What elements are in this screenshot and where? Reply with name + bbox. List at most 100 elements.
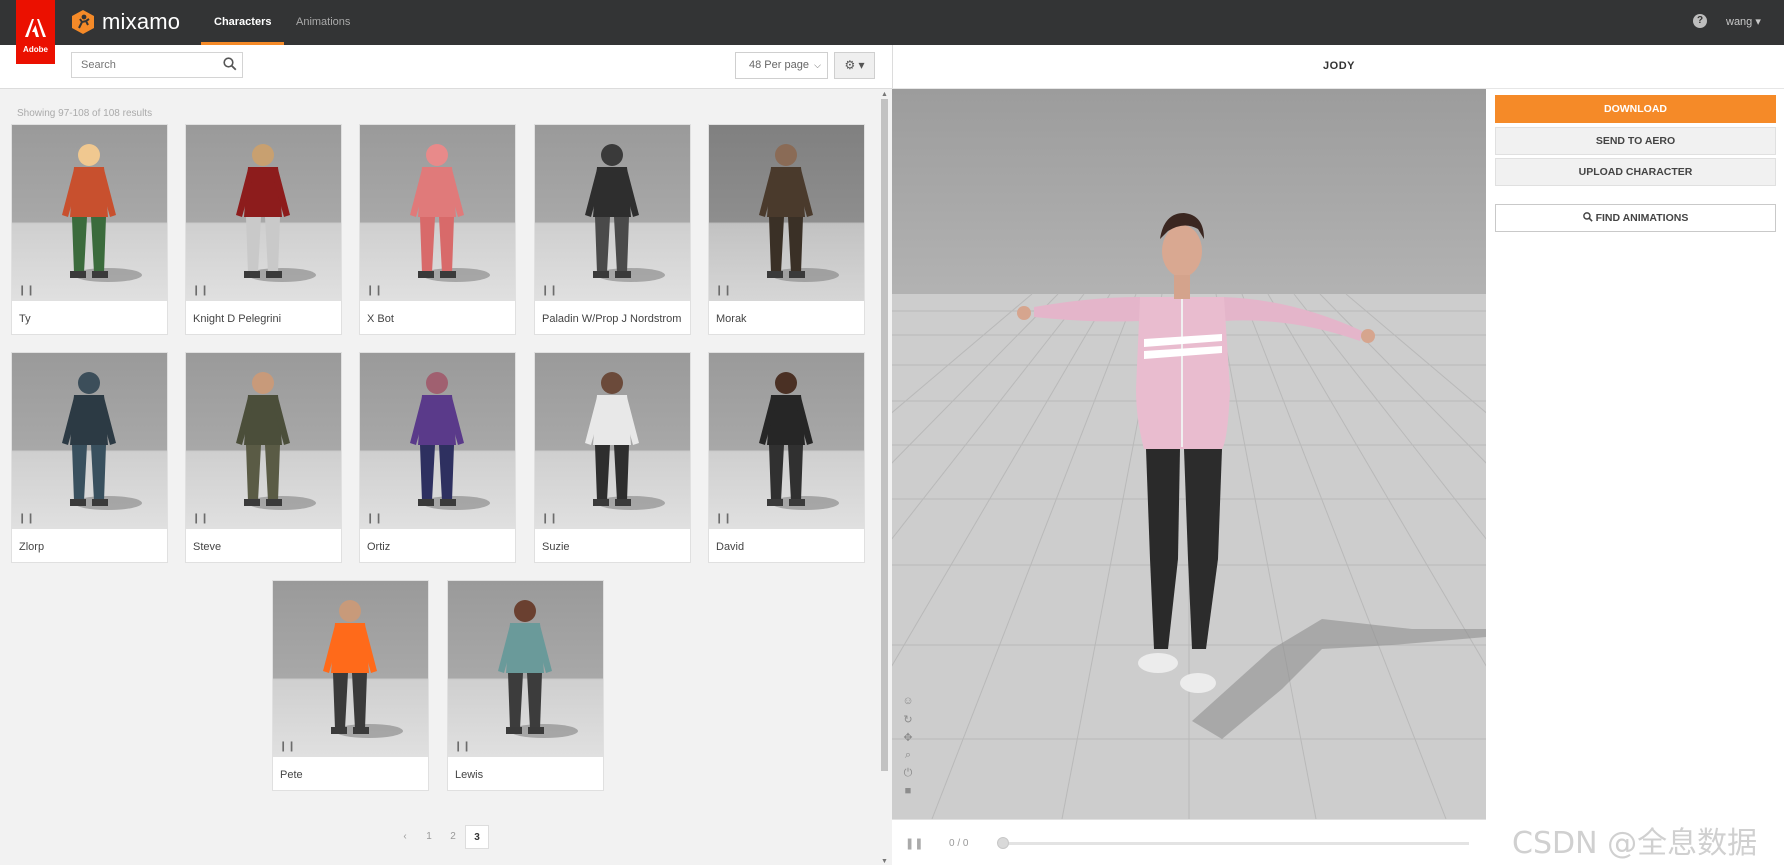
animation-timeline: ❚❚ 0 / 0 xyxy=(892,819,1486,865)
character-name: Pete xyxy=(280,769,303,781)
page-3-button[interactable]: 3 xyxy=(465,825,489,849)
character-name: Paladin W/Prop J Nordstrom xyxy=(542,313,682,325)
search-icon[interactable] xyxy=(223,57,237,71)
character-name: Lewis xyxy=(455,769,484,781)
character-figure xyxy=(323,600,403,738)
tab-characters[interactable]: Characters xyxy=(201,0,285,45)
watermark: CSDN @全息数据 xyxy=(1512,826,1758,861)
rig-icon: ❙❙ xyxy=(279,741,296,752)
download-button[interactable]: DOWNLOAD xyxy=(1495,95,1776,123)
character-figure xyxy=(759,372,839,510)
adobe-logo[interactable]: Adobe xyxy=(16,0,55,64)
character-name: Knight D Pelegrini xyxy=(193,313,282,325)
per-page-value: 48 Per page xyxy=(749,59,809,71)
character-figure xyxy=(62,144,142,282)
zoom-icon[interactable]: ⌕ xyxy=(900,749,916,767)
character-figure xyxy=(410,144,490,282)
search-icon xyxy=(1582,212,1593,222)
scrub-handle[interactable] xyxy=(997,837,1009,849)
pause-icon[interactable]: ❚❚ xyxy=(905,837,923,850)
settings-button[interactable]: ⚙ ▾ xyxy=(834,52,875,79)
character-card[interactable]: ❙❙ Knight D Pelegrini xyxy=(185,124,342,335)
character-name: Zlorp xyxy=(19,541,45,553)
orbit-icon[interactable]: ↻ xyxy=(900,713,916,731)
character-thumbnail xyxy=(360,353,515,529)
character-name: Ortiz xyxy=(367,541,391,553)
find-animations-label: FIND ANIMATIONS xyxy=(1595,212,1689,224)
search-input[interactable] xyxy=(72,53,212,77)
character-browser: 48 Per page ⌵ ⚙ ▾ Showing 97-108 of 108 … xyxy=(0,45,892,865)
character-thumbnail xyxy=(12,353,167,529)
3d-viewport[interactable]: ☺ ↻ ✥ ⌕ ⏻ ■ xyxy=(892,89,1486,819)
search-box[interactable] xyxy=(71,52,243,78)
send-to-aero-button[interactable]: SEND TO AERO xyxy=(1495,127,1776,155)
character-figure xyxy=(236,372,316,510)
camera-icon[interactable]: ■ xyxy=(900,785,916,803)
character-thumbnail xyxy=(186,125,341,301)
tab-animations[interactable]: Animations xyxy=(283,0,363,45)
reset-view-icon[interactable]: ☺ xyxy=(900,695,916,713)
scrollbar[interactable]: ▲ ▼ xyxy=(879,91,890,865)
character-card[interactable]: ❙❙ Zlorp xyxy=(11,352,168,563)
character-name: Suzie xyxy=(542,541,570,553)
prev-page-button[interactable]: ‹ xyxy=(393,825,417,849)
scroll-up-icon[interactable]: ▲ xyxy=(881,91,888,98)
character-title: JODY xyxy=(1323,60,1355,72)
page-1-button[interactable]: 1 xyxy=(417,825,441,849)
character-card[interactable]: ❙❙ X Bot xyxy=(359,124,516,335)
character-card[interactable]: ❙❙ Paladin W/Prop J Nordstrom xyxy=(534,124,691,335)
character-figure xyxy=(759,144,839,282)
character-card[interactable]: ❙❙ Suzie xyxy=(534,352,691,563)
character-card[interactable]: ❙❙ Ortiz xyxy=(359,352,516,563)
pan-icon[interactable]: ✥ xyxy=(900,731,916,749)
scrollbar-thumb[interactable] xyxy=(881,99,888,771)
scroll-down-icon[interactable]: ▼ xyxy=(881,858,888,865)
rig-icon: ❙❙ xyxy=(366,285,383,296)
frame-counter: 0 / 0 xyxy=(949,838,969,849)
character-thumbnail xyxy=(535,125,690,301)
character-thumbnail xyxy=(709,125,864,301)
character-name: Ty xyxy=(19,313,31,325)
character-name: David xyxy=(716,541,745,553)
character-figure xyxy=(236,144,316,282)
viewport-scene xyxy=(892,89,1486,819)
character-name: Morak xyxy=(716,313,747,325)
adobe-label: Adobe xyxy=(23,45,48,54)
user-menu[interactable]: wang ▾ xyxy=(1726,15,1761,28)
character-card[interactable]: ❙❙ Steve xyxy=(185,352,342,563)
find-animations-button[interactable]: FIND ANIMATIONS xyxy=(1495,204,1776,232)
power-icon[interactable]: ⏻ xyxy=(900,767,916,785)
mixamo-logo[interactable]: mixamo xyxy=(70,9,180,35)
help-icon[interactable]: ? xyxy=(1693,14,1707,28)
rig-icon: ❙❙ xyxy=(18,285,35,296)
mixamo-icon xyxy=(72,10,94,34)
adobe-a-icon xyxy=(25,19,46,37)
rig-icon: ❙❙ xyxy=(715,285,732,296)
character-name: Steve xyxy=(193,541,222,553)
character-name: X Bot xyxy=(367,313,394,325)
character-thumbnail xyxy=(448,581,603,757)
character-thumbnail xyxy=(186,353,341,529)
top-bar: mixamo Characters Animations ? wang ▾ xyxy=(0,0,1784,45)
character-card[interactable]: ❙❙ David xyxy=(708,352,865,563)
character-thumbnail xyxy=(709,353,864,529)
scrub-track[interactable] xyxy=(1001,842,1469,845)
rig-icon: ❙❙ xyxy=(541,285,558,296)
character-figure xyxy=(62,372,142,510)
rig-icon: ❙❙ xyxy=(541,513,558,524)
browser-toolbar: 48 Per page ⌵ ⚙ ▾ xyxy=(0,45,892,89)
upload-character-button[interactable]: UPLOAD CHARACTER xyxy=(1495,158,1776,186)
character-thumbnail xyxy=(12,125,167,301)
chevron-down-icon: ⌵ xyxy=(814,60,821,70)
character-card[interactable]: ❙❙ Morak xyxy=(708,124,865,335)
character-card[interactable]: ❙❙ Ty xyxy=(11,124,168,335)
character-thumbnail xyxy=(273,581,428,757)
page-2-button[interactable]: 2 xyxy=(441,825,465,849)
viewport-tools: ☺ ↻ ✥ ⌕ ⏻ ■ xyxy=(900,695,916,803)
character-card[interactable]: ❙❙ Pete xyxy=(272,580,429,791)
rig-icon: ❙❙ xyxy=(18,513,35,524)
character-card[interactable]: ❙❙ Lewis xyxy=(447,580,604,791)
per-page-select[interactable]: 48 Per page ⌵ xyxy=(735,52,828,79)
action-panel: DOWNLOAD SEND TO AERO UPLOAD CHARACTER F… xyxy=(1486,89,1784,865)
character-figure xyxy=(498,600,578,738)
